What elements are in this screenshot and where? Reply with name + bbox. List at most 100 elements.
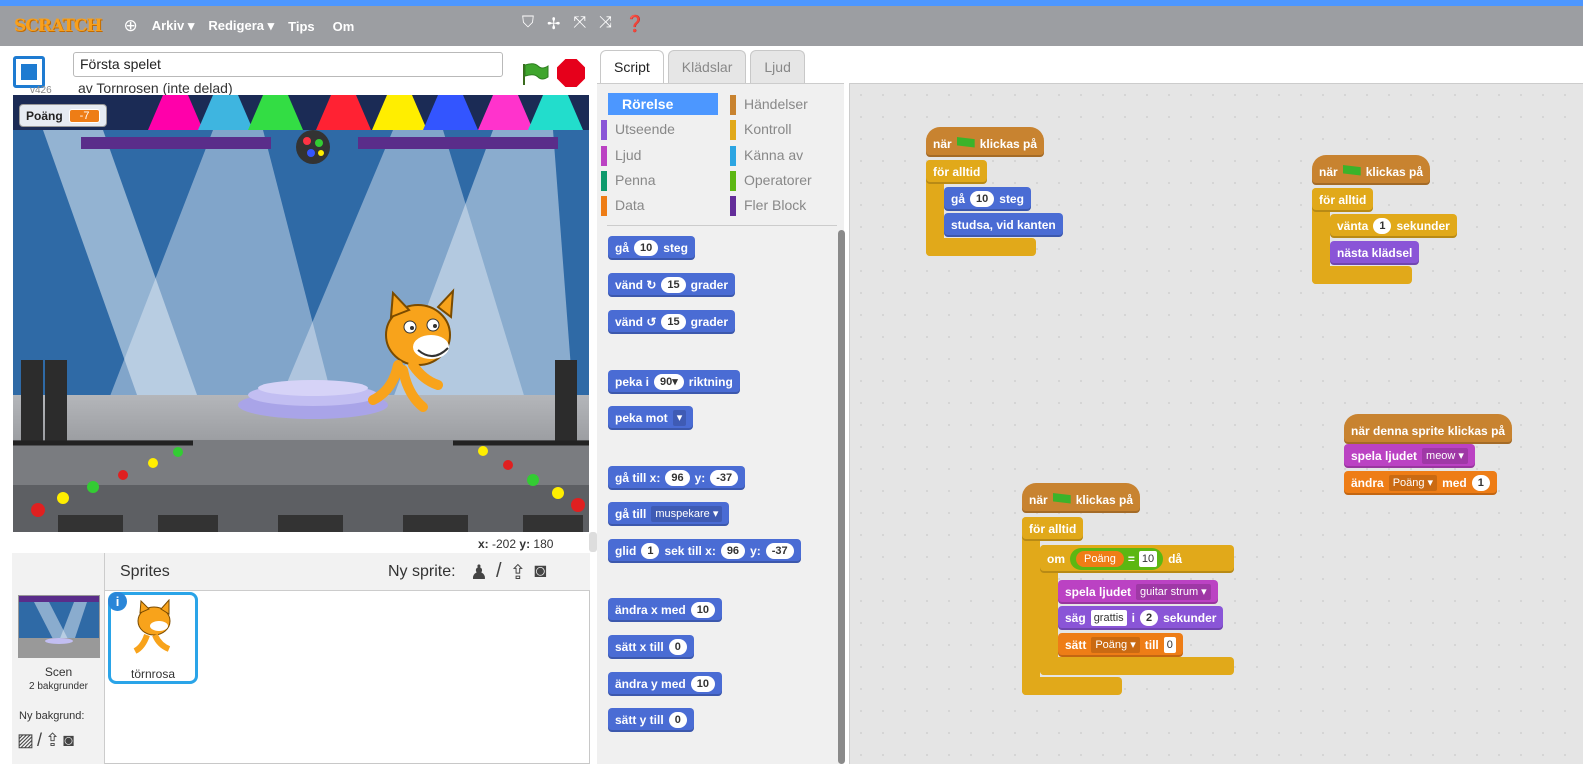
stage-canvas[interactable] [13, 95, 589, 532]
script2-when-flag[interactable]: när klickas på [1312, 155, 1431, 185]
script1-when-flag[interactable]: när klickas på [926, 127, 1045, 157]
block-dropdown[interactable]: guitar strum ▾ [1136, 584, 1211, 600]
palette-block-set-y[interactable]: sätt y till 0 [608, 708, 694, 732]
equals-operator[interactable]: Poäng = 10 [1070, 548, 1164, 570]
script3-change-variable[interactable]: ändra Poäng ▾ med 1 [1344, 471, 1497, 495]
block-input[interactable]: 0 [1163, 637, 1176, 653]
palette-block-turn-left[interactable]: vänd ↺ 15 grader [608, 310, 736, 334]
category-rorelse[interactable]: Rörelse [608, 93, 718, 115]
block-input[interactable]: -37 [765, 543, 794, 559]
project-title-input[interactable]: Första spelet [73, 52, 503, 77]
block-input[interactable]: 10 [970, 191, 995, 207]
backdrop-paint-icon[interactable]: / [37, 730, 42, 751]
category-kanna-av[interactable]: Känna av [730, 144, 847, 166]
block-input[interactable]: 10 [690, 676, 715, 692]
menu-arkiv[interactable]: Arkiv ▾ [152, 18, 195, 34]
menu-tips[interactable]: Tips [288, 19, 315, 34]
block-input[interactable]: 0 [668, 639, 687, 655]
upload-icon[interactable]: ⇪ [510, 560, 527, 585]
palette-block-goto[interactable]: gå till muspekare ▾ [608, 502, 730, 526]
script1-bounce[interactable]: studsa, vid kanten [944, 213, 1063, 237]
category-ljud[interactable]: Ljud [601, 144, 718, 166]
script2-wait[interactable]: vänta 1 sekunder [1330, 214, 1457, 238]
panel-collapse-handle[interactable] [589, 532, 597, 552]
backdrop-camera-icon[interactable]: ◙ [63, 730, 74, 751]
operator-input[interactable]: 10 [1138, 551, 1158, 567]
menu-om[interactable]: Om [333, 19, 355, 34]
palette-block-set-x[interactable]: sätt x till 0 [608, 635, 694, 659]
grow-tool-icon[interactable]: ⤧ [573, 14, 586, 34]
script1-forever[interactable]: för alltid [926, 160, 988, 184]
palette-block-point-towards[interactable]: peka mot ▾ [608, 406, 694, 430]
block-input[interactable]: 1 [641, 543, 660, 559]
block-dropdown[interactable]: Poäng ▾ [1091, 637, 1140, 653]
block-input[interactable]: 15 [661, 277, 686, 293]
backdrop-library-icon[interactable]: ▨ [17, 730, 34, 751]
scene-thumbnail[interactable] [18, 595, 100, 658]
script4-forever[interactable]: för alltid [1022, 517, 1084, 541]
tab-kladslar[interactable]: Klädslar [667, 50, 747, 83]
stop-sign-icon[interactable] [557, 59, 585, 87]
script2-next-costume[interactable]: nästa klädsel [1330, 241, 1420, 265]
category-operatorer[interactable]: Operatorer [730, 169, 847, 191]
fullscreen-icon[interactable] [13, 56, 45, 88]
scratch-logo[interactable]: SCRATCH [14, 16, 102, 36]
paint-brush-icon[interactable]: / [496, 560, 502, 585]
block-input[interactable]: 10 [634, 240, 659, 256]
palette-block-move[interactable]: gå 10 steg [608, 236, 695, 260]
cut-tool-icon[interactable]: ✢ [547, 14, 560, 34]
block-dropdown[interactable]: ▾ [672, 410, 687, 426]
block-input[interactable]: 90▾ [654, 374, 684, 390]
script2-forever[interactable]: för alltid [1312, 188, 1374, 212]
block-input[interactable]: 1 [1471, 475, 1490, 491]
script4-set-variable[interactable]: sätt Poäng ▾ till 0 [1058, 633, 1183, 657]
category-handelser[interactable]: Händelser [730, 93, 847, 115]
palette-block-glide[interactable]: glid 1 sek till x: 96 y: -37 [608, 539, 801, 563]
script3-when-sprite-clicked[interactable]: när denna sprite klickas på [1344, 414, 1513, 444]
palette-block-goto-xy[interactable]: gå till x: 96 y: -37 [608, 466, 746, 490]
block-input[interactable]: 1 [1373, 218, 1392, 234]
script1-move[interactable]: gå 10 steg [944, 187, 1031, 211]
sprite-library-icon[interactable]: ♟ [470, 560, 488, 585]
category-penna[interactable]: Penna [601, 169, 718, 191]
language-globe-icon[interactable]: ⊕ [123, 16, 137, 36]
variable-reporter[interactable]: Poäng [1076, 551, 1124, 567]
block-input[interactable]: grattis [1090, 610, 1127, 626]
palette-block-change-x[interactable]: ändra x med 10 [608, 598, 722, 622]
palette-block-point-direction[interactable]: peka i 90▾ riktning [608, 370, 740, 394]
tab-script[interactable]: Script [600, 50, 664, 83]
block-input[interactable]: 0 [668, 712, 687, 728]
category-fler-block[interactable]: Fler Block [730, 194, 847, 216]
backdrop-upload-icon[interactable]: ⇪ [45, 730, 60, 751]
script4-when-flag[interactable]: när klickas på [1022, 483, 1141, 513]
camera-icon[interactable]: ◙ [534, 560, 546, 585]
block-input[interactable]: 15 [661, 314, 686, 330]
block-input[interactable]: 96 [665, 470, 690, 486]
category-utseende[interactable]: Utseende [601, 118, 718, 140]
block-input[interactable]: 10 [690, 602, 715, 618]
variable-monitor[interactable]: Poäng -7 [19, 104, 108, 127]
menu-redigera[interactable]: Redigera ▾ [208, 18, 274, 34]
duplicate-tool-icon[interactable]: ⛉ [522, 14, 534, 34]
block-dropdown[interactable]: muspekare ▾ [651, 506, 723, 522]
shrink-tool-icon[interactable]: ⤨ [599, 14, 612, 34]
category-data[interactable]: Data [601, 194, 718, 216]
palette-block-turn-right[interactable]: vänd ↻ 15 grader [608, 273, 736, 297]
block-dropdown[interactable]: meow ▾ [1422, 448, 1468, 464]
sprite-info-icon[interactable]: i [108, 592, 127, 611]
block-input[interactable]: -37 [710, 470, 739, 486]
script4-play-sound[interactable]: spela ljudet guitar strum ▾ [1058, 580, 1218, 604]
tab-ljud[interactable]: Ljud [750, 50, 805, 83]
category-kontroll[interactable]: Kontroll [730, 118, 847, 140]
script4-say[interactable]: säg grattis i 2 sekunder [1058, 606, 1224, 630]
block-dropdown[interactable]: Poäng ▾ [1388, 475, 1438, 491]
script3-play-sound[interactable]: spela ljudet meow ▾ [1344, 444, 1475, 468]
script4-if[interactable]: om Poäng = 10 då [1040, 545, 1234, 573]
block-input[interactable]: 2 [1140, 610, 1159, 626]
block-input[interactable]: 96 [720, 543, 746, 559]
palette-block-change-y[interactable]: ändra y med 10 [608, 672, 722, 696]
help-tool-icon[interactable]: ❓ [625, 14, 645, 34]
palette-scrollbar[interactable] [838, 230, 845, 764]
green-flag-icon[interactable] [520, 62, 550, 86]
block-text: glid [615, 544, 637, 558]
